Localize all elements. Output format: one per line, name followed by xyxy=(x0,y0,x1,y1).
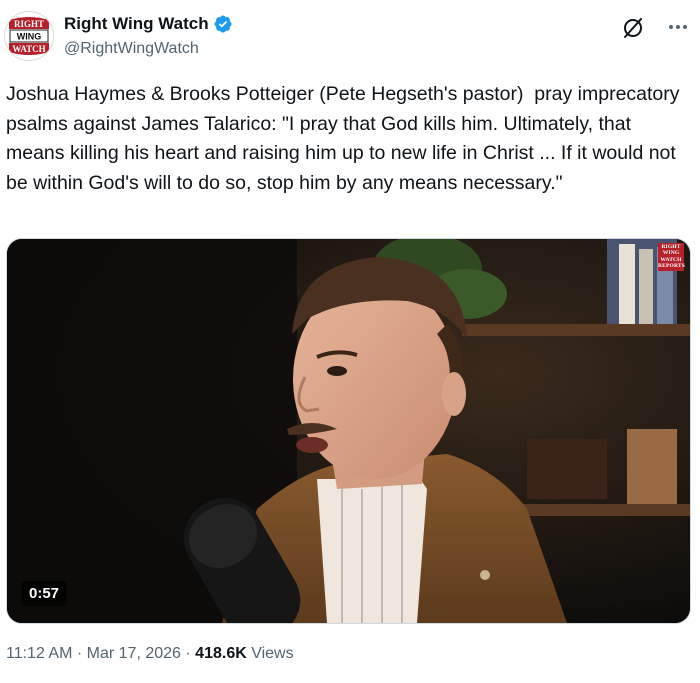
video-duration: 0:57 xyxy=(21,581,68,606)
display-name[interactable]: Right Wing Watch xyxy=(64,14,209,34)
views-label: Views xyxy=(251,645,294,662)
verified-badge-icon[interactable] xyxy=(213,14,233,34)
tweet-text: Joshua Haymes & Brooks Potteiger (Pete H… xyxy=(6,83,685,194)
right-wing-watch-logo: RIGHT WING WATCH xyxy=(5,12,53,60)
more-icon[interactable] xyxy=(664,14,692,40)
meta-separator: · xyxy=(76,645,83,662)
tweet: RIGHT WING WATCH Right Wing Watch @Right… xyxy=(0,0,700,683)
video-player[interactable]: RIGHT WING WATCH REPORTS 0:57 xyxy=(6,238,691,624)
meta-separator: · xyxy=(185,645,191,662)
avatar[interactable]: RIGHT WING WATCH xyxy=(4,11,54,61)
tweet-time[interactable]: 11:12 AM xyxy=(6,645,72,662)
video-thumbnail xyxy=(7,239,690,623)
tweet-meta: 11:12 AM · Mar 17, 2026 · 418.6K Views xyxy=(6,645,294,663)
handle[interactable]: @RightWingWatch xyxy=(64,40,199,58)
avatar-text-bottom: WATCH xyxy=(12,44,45,54)
grok-icon[interactable] xyxy=(620,15,646,41)
watermark-line: REPORTS xyxy=(658,263,685,270)
video-watermark: RIGHT WING WATCH REPORTS xyxy=(658,243,685,271)
author-name-row[interactable]: Right Wing Watch xyxy=(64,14,233,34)
avatar-text-middle: WING xyxy=(17,32,42,42)
tweet-date[interactable]: Mar 17, 2026 xyxy=(87,645,181,662)
views-count: 418.6K xyxy=(195,645,247,662)
avatar-text-top: RIGHT xyxy=(14,19,44,29)
